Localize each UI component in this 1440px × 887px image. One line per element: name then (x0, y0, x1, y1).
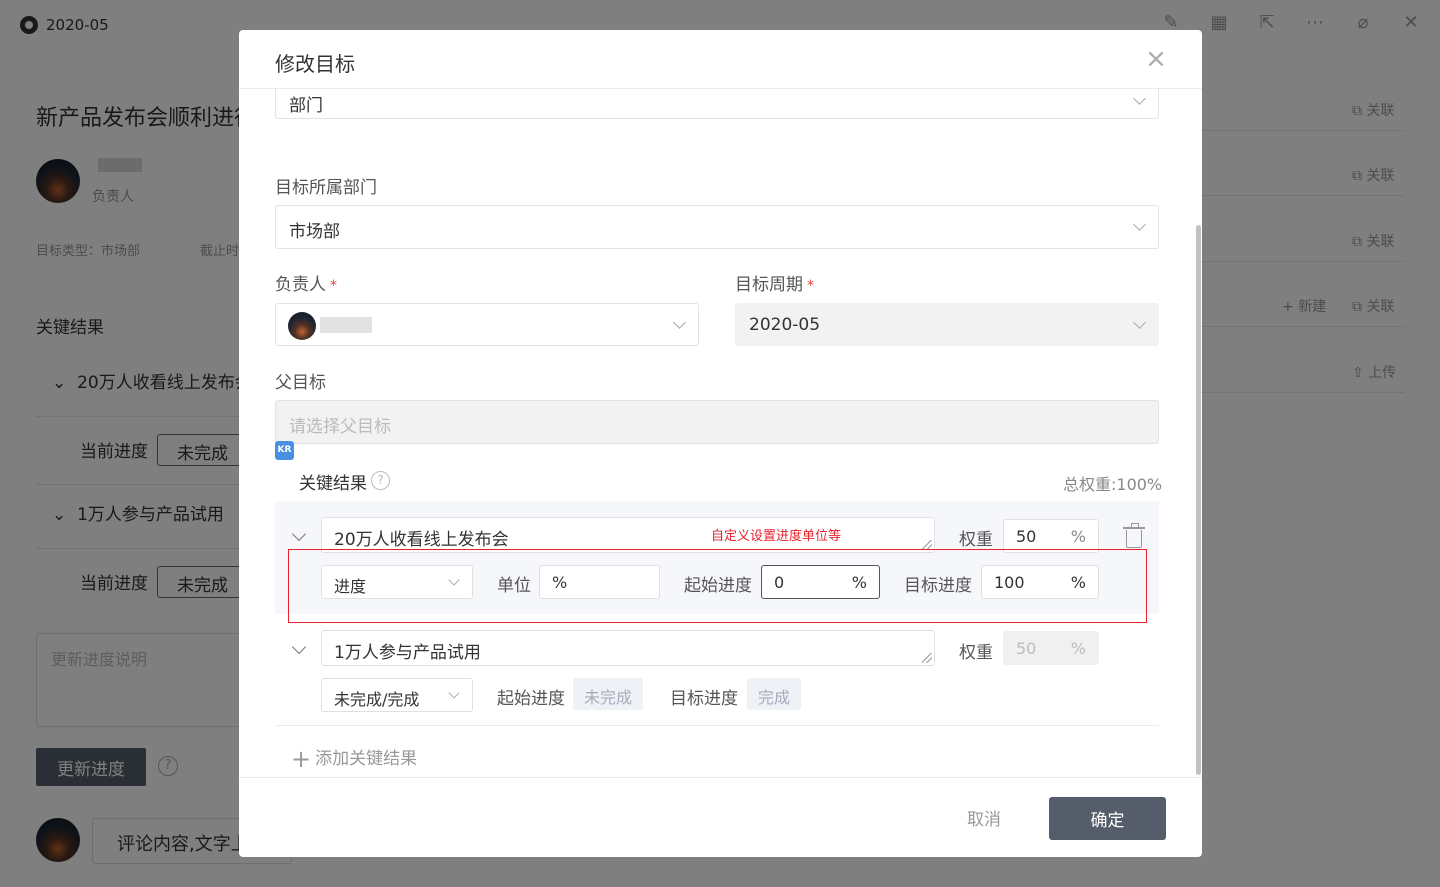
department-select[interactable]: 市场部 (275, 205, 1159, 249)
department-type-select[interactable]: 部门 (275, 89, 1159, 119)
weight-label: 权重 (959, 530, 993, 550)
total-weight: 总权重:100% (1063, 475, 1163, 494)
scrollbar[interactable] (1196, 225, 1201, 775)
start-progress-value: 未完成 (573, 678, 644, 710)
dialog-header: 修改目标 × (239, 30, 1202, 89)
delete-icon[interactable] (1123, 523, 1145, 548)
help-icon[interactable]: ? (371, 471, 390, 490)
period-select: 2020-05 (735, 303, 1159, 346)
kr-name-input[interactable]: 20万人收看线上发布会 (321, 517, 935, 553)
period-label: 目标周期 * (735, 275, 814, 295)
start-progress-label: 起始进度 (497, 689, 565, 709)
parent-objective-placeholder: 请选择父目标 (289, 417, 391, 437)
kr-name-input[interactable]: 1万人参与产品试用 (321, 630, 935, 666)
progress-type-select[interactable]: 未完成/完成 (321, 678, 473, 712)
weight-input[interactable]: 50% (1003, 519, 1099, 553)
kr-badge-icon: KR (275, 441, 294, 460)
chevron-down-icon (673, 316, 686, 329)
add-kr-button[interactable]: + 添加关键结果 (291, 744, 417, 773)
owner-label: 负责人 * (275, 275, 337, 295)
dialog-title: 修改目标 (275, 52, 355, 76)
required-mark: * (807, 278, 814, 294)
weight-label: 权重 (959, 643, 993, 663)
parent-objective-select: 请选择父目标 (275, 400, 1159, 444)
department-value: 市场部 (289, 222, 340, 242)
parent-objective-label: 父目标 (275, 373, 326, 393)
target-progress-label: 目标进度 (670, 689, 738, 709)
divider (275, 725, 1159, 726)
plus-icon: + (291, 745, 312, 773)
dialog-body: 部门 目标所属部门 市场部 负责人 * 目标周期 * 2020-05 父目标 请选择… (239, 89, 1202, 777)
weight-input: 50% (1003, 631, 1099, 665)
edit-objective-dialog: 修改目标 × 部门 目标所属部门 市场部 负责人 * 目标周期 * 2020-05 … (239, 30, 1202, 857)
owner-name-blurred (320, 317, 372, 333)
department-type-value: 部门 (289, 96, 323, 116)
resize-handle-icon[interactable] (922, 653, 932, 663)
target-progress-value: 完成 (747, 678, 802, 710)
owner-avatar (288, 312, 316, 340)
chevron-down-icon[interactable] (291, 639, 307, 655)
chevron-down-icon (1133, 92, 1146, 105)
chevron-down-icon (448, 687, 460, 699)
dialog-footer: 取消 确定 (239, 777, 1202, 857)
cancel-button[interactable]: 取消 (967, 805, 1001, 830)
kr-section-title: 关键结果 (299, 474, 367, 494)
annotation-text: 自定义设置进度单位等 (711, 529, 842, 544)
chevron-down-icon (1133, 316, 1146, 329)
chevron-down-icon (1133, 218, 1146, 231)
owner-select[interactable] (275, 303, 699, 346)
confirm-button[interactable]: 确定 (1049, 797, 1166, 840)
required-mark: * (330, 278, 337, 294)
annotation-highlight-box (288, 549, 1147, 623)
department-label: 目标所属部门 (275, 178, 377, 198)
close-icon[interactable]: × (1144, 46, 1168, 72)
period-value: 2020-05 (749, 315, 821, 335)
